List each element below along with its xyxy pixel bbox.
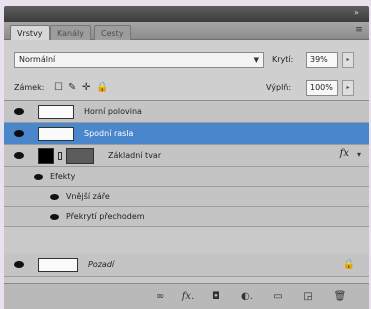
tab-channels[interactable]: Kanály [50,25,91,40]
layer-thumbnail [38,105,74,119]
lock-all-icon[interactable]: 🔒 [96,82,108,94]
tab-layers[interactable]: Vrstvy [10,25,50,40]
layer-name: Horní polovina [84,107,142,116]
lock-label: Zámek: [14,83,45,92]
panel-menu-icon[interactable]: ≡ [353,24,365,36]
layer-row-pozadi[interactable]: Pozadí 🔒 [4,253,369,277]
eye-icon[interactable] [50,194,59,200]
effect-name: Překrytí přechodem [66,212,145,221]
eye-icon[interactable] [14,108,24,115]
lock-image-icon[interactable]: ✎ [68,82,76,94]
blend-mode-select[interactable]: Normální ▼ [14,52,264,68]
new-layer-icon[interactable]: ◲ [300,290,316,304]
lock-transparent-icon[interactable]: ☐ [54,82,63,94]
chevron-down-icon: ▼ [253,56,259,64]
layer-row-spodni-rasla[interactable]: Spodní rasla [4,123,369,145]
eye-icon[interactable] [50,214,59,220]
layer-thumbnail [38,127,74,141]
add-mask-icon[interactable]: ◘ [208,290,224,304]
new-group-icon[interactable]: ▭ [270,290,286,304]
trash-icon[interactable]: 🗑 [332,290,348,304]
opacity-label: Krytí: [272,55,294,64]
layer-row-horni-polovina[interactable]: Horní polovina [4,101,369,123]
blend-mode-value: Normální [19,55,56,64]
effects-label: Efekty [50,172,76,181]
layer-row-zakladni-tvar[interactable]: Základní tvar fx ▾ [4,145,369,167]
tab-row: Vrstvy Kanály Cesty ≡ [4,22,369,40]
effect-row-outer-glow[interactable]: Vnější záře [4,187,369,207]
eye-icon[interactable] [14,152,24,159]
layers-list: Horní polovina Spodní rasla Základní tva… [4,100,369,283]
eye-icon[interactable] [34,174,43,180]
effect-row-gradient-overlay[interactable]: Překrytí přechodem [4,207,369,227]
effect-name: Vnější záře [66,192,110,201]
layer-thumbnail [38,258,78,272]
layer-thumbnail [38,148,54,164]
eye-icon[interactable] [14,130,24,137]
layer-name: Pozadí [88,260,115,269]
opacity-slider-toggle[interactable]: ▸ [342,52,354,68]
layer-options: Normální ▼ Krytí: 39% ▸ Zámek: ☐ ✎ ✛ 🔒 V… [4,40,369,100]
eye-icon[interactable] [14,261,24,268]
effects-row[interactable]: Efekty [4,167,369,187]
vector-mask-thumbnail [66,148,94,164]
fill-label: Výplň: [266,83,292,92]
layer-name: Základní tvar [108,151,162,160]
double-chevron-right-icon[interactable]: » [349,8,363,18]
layer-style-icon[interactable]: fx [340,148,349,159]
panel-title-bar[interactable]: » [4,6,369,22]
link-icon [58,152,62,160]
tab-paths[interactable]: Cesty [94,25,131,40]
fill-input[interactable]: 100% [306,80,338,96]
link-layers-icon[interactable]: ∞ [152,290,168,304]
layers-panel: » Vrstvy Kanály Cesty ≡ Normální ▼ Krytí… [0,0,371,309]
layers-toolbar: ∞ fx. ◘ ◐. ▭ ◲ 🗑 [4,283,369,309]
opacity-input[interactable]: 39% [306,52,338,68]
lock-icon: 🔒 [342,259,355,270]
chevron-down-icon[interactable]: ▾ [357,150,361,159]
lock-position-icon[interactable]: ✛ [82,82,90,94]
layer-style-icon[interactable]: fx. [178,290,198,304]
fill-slider-toggle[interactable]: ▸ [342,80,354,96]
layer-name: Spodní rasla [84,129,134,138]
adjustment-layer-icon[interactable]: ◐. [238,290,256,304]
